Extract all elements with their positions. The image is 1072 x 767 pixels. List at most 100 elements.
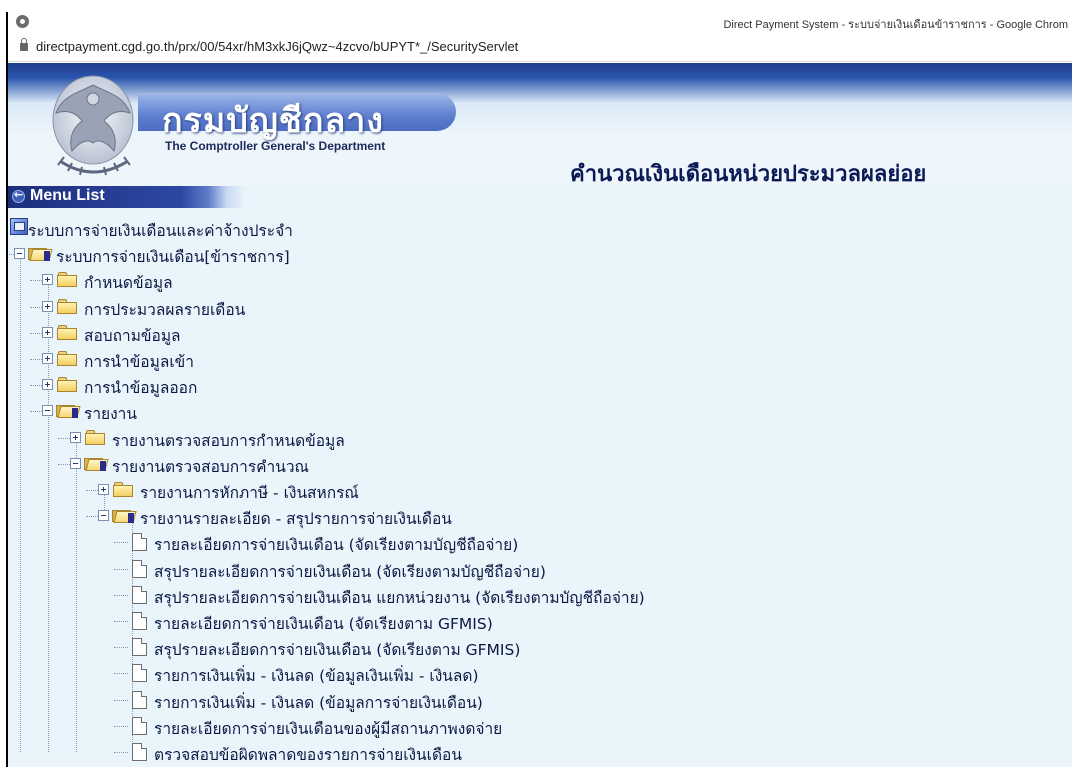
tree-folder-item[interactable]: รายงานตรวจสอบการกำหนดข้อมูล — [8, 426, 1068, 450]
collapse-icon[interactable] — [70, 457, 81, 469]
document-icon — [132, 612, 147, 630]
tree-item-label: สรุปรายละเอียดการจ่ายเงินเดือน (จัดเรียง… — [154, 641, 521, 660]
tree-connector-line — [114, 594, 128, 596]
expand-icon[interactable] — [98, 484, 109, 495]
tree-item-label: รายงาน — [84, 405, 137, 424]
folder-shadow — [44, 251, 50, 262]
tree-folder-item[interactable]: การประมวลผลรายเดือน — [8, 295, 1068, 319]
document-icon — [132, 585, 147, 604]
tree-connector-line — [114, 621, 128, 622]
tree-leaf-item[interactable]: รายการเงินเพิ่ม - เงินลด (ข้อมูลเงินเพิ่… — [8, 661, 1068, 685]
brand-english-name: The Comptroller General's Department — [165, 139, 386, 153]
folder-icon — [57, 324, 77, 340]
tree-connector-line — [114, 542, 128, 544]
tree-connector-line — [114, 647, 128, 649]
expand-icon[interactable] — [42, 379, 53, 391]
expand-icon[interactable] — [42, 353, 53, 364]
garuda-emblem-icon — [52, 75, 134, 176]
tree-item-label: รายงานตรวจสอบการคำนวณ — [112, 457, 309, 476]
tree-item-label: รายการเงินเพิ่ม - เงินลด (ข้อมูลเงินเพิ่… — [154, 667, 479, 686]
chrome-icon — [16, 15, 29, 28]
folder-shadow — [72, 408, 78, 419]
tree-folder-item[interactable]: การนำข้อมูลออก — [8, 373, 1068, 397]
tree-folder-item[interactable]: รายงานตรวจสอบการคำนวณ — [8, 452, 1068, 476]
tree-item-label: รายการเงินเพิ่ม - เงินลด (ข้อมูลการจ่ายเ… — [154, 693, 483, 712]
tree-item-label: รายละเอียดการจ่ายเงินเดือน (จัดเรียงตามบ… — [154, 536, 519, 555]
url-text[interactable]: directpayment.cgd.go.th/prx/00/54xr/hM3x… — [36, 39, 518, 54]
tree-item-label: รายงานตรวจสอบการกำหนดข้อมูล — [112, 431, 345, 450]
folder-icon — [57, 298, 77, 314]
system-icon — [10, 218, 28, 235]
tree-leaf-item[interactable]: รายละเอียดการจ่ายเงินเดือน (จัดเรียงตาม … — [8, 609, 1068, 633]
tree-folder-item[interactable]: กำหนดข้อมูล — [8, 268, 1068, 292]
window-title: Direct Payment System - ระบบจ่ายเงินเดือ… — [723, 19, 1068, 31]
document-icon — [132, 664, 147, 683]
folder-icon — [57, 272, 77, 288]
document-icon — [132, 690, 147, 709]
folder-icon — [57, 377, 77, 393]
lock-icon[interactable] — [20, 38, 28, 51]
document-icon — [132, 638, 147, 657]
tree-item-label: รายละเอียดการจ่ายเงินเดือน (จัดเรียงตาม … — [154, 615, 493, 633]
tree-folder-item[interactable]: รายงานรายละเอียด - สรุปรายการจ่ายเงินเดื… — [8, 504, 1068, 528]
document-icon — [132, 716, 147, 735]
folder-icon — [113, 482, 133, 497]
tree-item-label: การนำข้อมูลเข้า — [84, 353, 194, 371]
tree-item-label: สรุปรายละเอียดการจ่ายเงินเดือน (จัดเรียง… — [154, 562, 546, 581]
tree-leaf-item[interactable]: สรุปรายละเอียดการจ่ายเงินเดือน (จัดเรียง… — [8, 557, 1068, 581]
screen: Direct Payment System - ระบบจ่ายเงินเดือ… — [0, 0, 1072, 767]
tree-item-label: การประมวลผลรายเดือน — [84, 300, 246, 319]
expand-icon[interactable] — [42, 300, 53, 312]
tree-folder-item[interactable]: รายงาน — [8, 399, 1068, 423]
folder-open-icon — [84, 456, 109, 471]
expand-icon[interactable] — [42, 326, 53, 338]
folder-open-icon — [28, 246, 53, 262]
tree-connector-line — [114, 673, 128, 675]
tree-leaf-item[interactable]: สรุปรายละเอียดการจ่ายเงินเดือน (จัดเรียง… — [8, 635, 1068, 659]
tree-folder-item[interactable]: ระบบการจ่ายเงินเดือนและค่าจ้างประจำ — [8, 216, 1068, 240]
collapse-icon[interactable] — [98, 510, 109, 522]
tree-connector-line — [114, 568, 128, 570]
tree-connector-line — [114, 725, 128, 727]
tree-item-label: สรุปรายละเอียดการจ่ายเงินเดือน แยกหน่วยง… — [154, 588, 645, 607]
tree-leaf-item[interactable]: สรุปรายละเอียดการจ่ายเงินเดือน แยกหน่วยง… — [8, 583, 1068, 607]
tree-folder-item[interactable]: ระบบการจ่ายเงินเดือน[ข้าราชการ] — [8, 242, 1068, 266]
menu-tree: ระบบการจ่ายเงินเดือนและค่าจ้างประจำระบบก… — [8, 208, 1072, 767]
tree-item-label: ตรวจสอบข้อผิดพลาดของรายการจ่ายเงินเดือน — [154, 746, 462, 764]
expand-icon[interactable] — [42, 274, 53, 286]
tree-leaf-item[interactable]: ตรวจสอบข้อผิดพลาดของรายการจ่ายเงินเดือน — [8, 740, 1068, 764]
folder-icon — [57, 351, 77, 366]
folder-body — [57, 275, 77, 288]
header-banner: กรมบัญชีกลาง The Comptroller General's D… — [8, 63, 1072, 187]
tree-leaf-item[interactable]: รายละเอียดการจ่ายเงินเดือนของผู้มีสถานภา… — [8, 714, 1068, 738]
tree-folder-item[interactable]: รายงานการหักภาษี - เงินสหกรณ์ — [8, 478, 1068, 502]
tree-leaf-item[interactable]: รายการเงินเพิ่ม - เงินลด (ข้อมูลการจ่ายเ… — [8, 688, 1068, 712]
tree-folder-item[interactable]: สอบถามข้อมูล — [8, 321, 1068, 345]
tree-leaf-item[interactable]: รายละเอียดการจ่ายเงินเดือน (จัดเรียงตามบ… — [8, 530, 1068, 554]
folder-body — [57, 354, 77, 366]
tree-folder-item[interactable]: การนำข้อมูลเข้า — [8, 347, 1068, 371]
tree-item-label: รายงานรายละเอียด - สรุปรายการจ่ายเงินเดื… — [140, 510, 452, 529]
folder-body — [85, 432, 105, 445]
collapse-icon[interactable] — [14, 248, 25, 260]
folder-body — [57, 301, 77, 314]
folder-open-icon — [56, 403, 81, 419]
expand-icon[interactable] — [70, 431, 81, 443]
folder-icon — [85, 429, 105, 445]
document-icon — [132, 559, 147, 578]
tree-connector-line — [114, 699, 128, 701]
document-icon — [132, 533, 147, 552]
tree-item-label: รายงานการหักภาษี - เงินสหกรณ์ — [140, 484, 359, 502]
menu-list-label: Menu List — [30, 187, 105, 204]
folder-shadow — [128, 513, 134, 524]
tree-item-label: ระบบการจ่ายเงินเดือนและค่าจ้างประจำ — [28, 222, 293, 240]
tree-item-label: กำหนดข้อมูล — [84, 274, 173, 293]
folder-open-icon — [112, 508, 137, 524]
folder-shadow — [100, 460, 106, 471]
menu-list-header: Menu List — [8, 186, 1072, 208]
tree-item-label: รายละเอียดการจ่ายเงินเดือนของผู้มีสถานภา… — [154, 719, 503, 738]
collapse-icon[interactable] — [42, 405, 53, 417]
back-arrow-icon[interactable] — [12, 188, 25, 203]
document-icon — [132, 743, 147, 761]
address-bar[interactable]: directpayment.cgd.go.th/prx/00/54xr/hM3x… — [8, 32, 1072, 62]
